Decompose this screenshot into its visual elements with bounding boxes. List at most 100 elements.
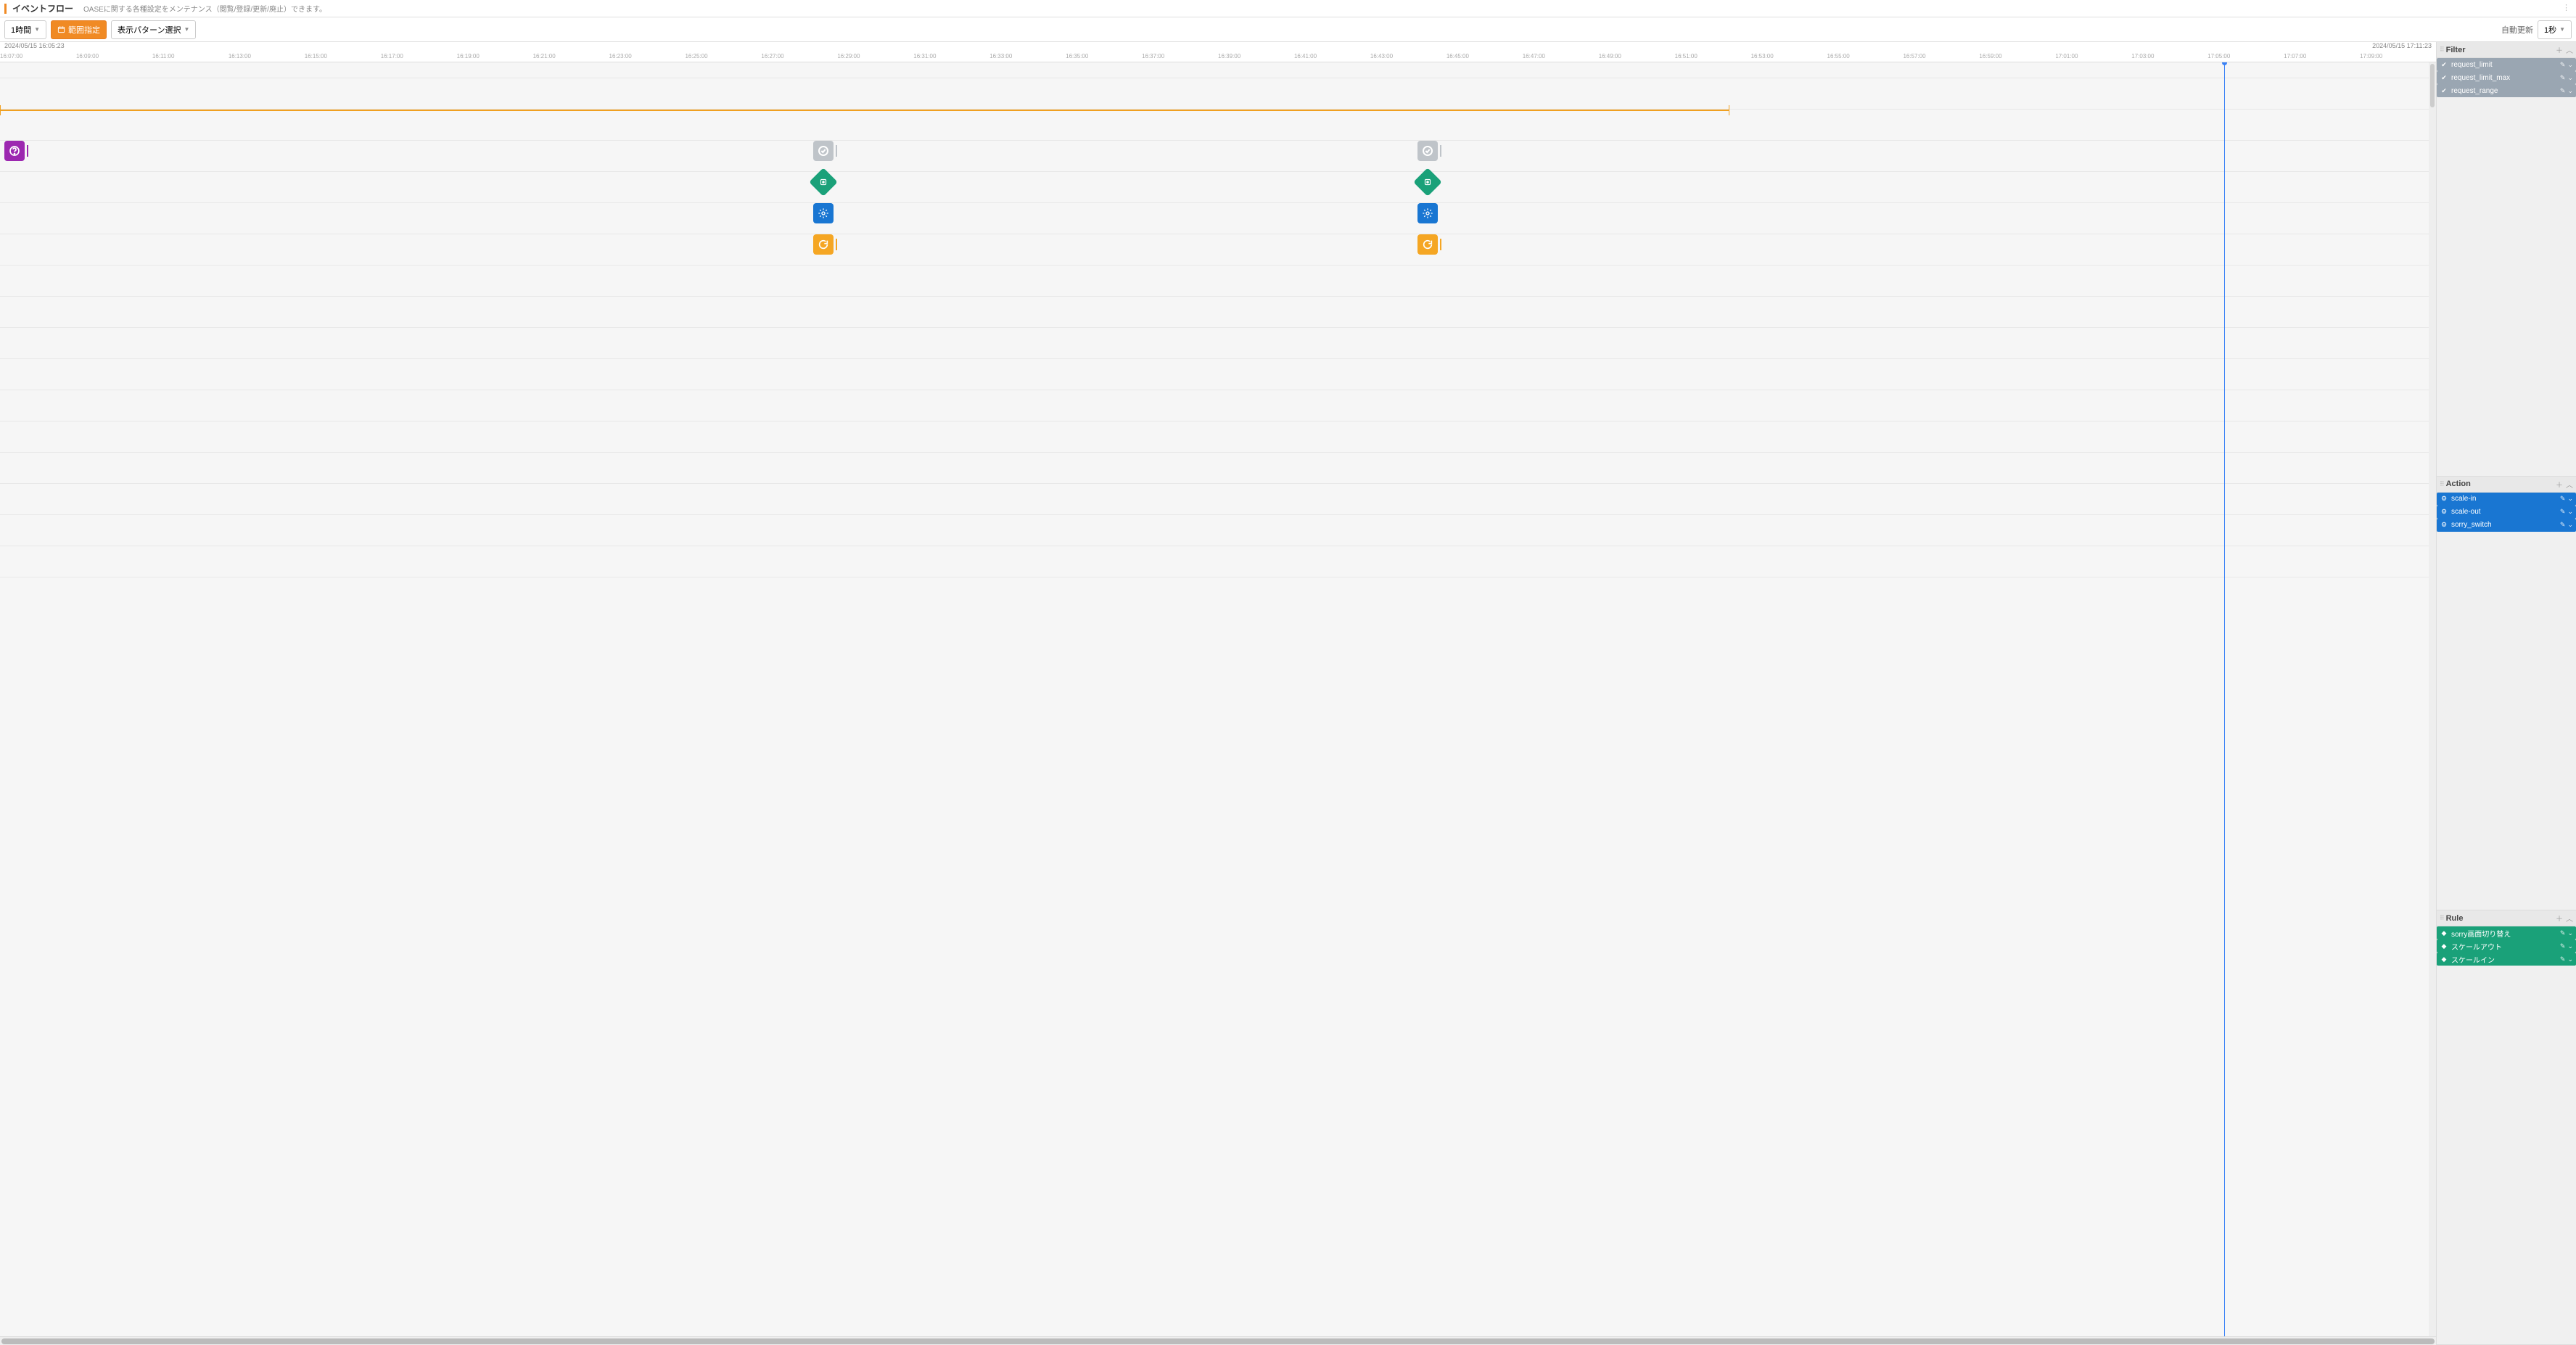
collapse-icon[interactable]: ︿ — [2566, 479, 2573, 490]
edit-icon[interactable]: ✎ — [2560, 61, 2566, 69]
edit-icon[interactable]: ✎ — [2560, 521, 2566, 529]
expand-icon[interactable]: ⌄ — [2567, 508, 2573, 516]
edit-icon[interactable]: ✎ — [2560, 942, 2566, 950]
page-title: イベントフロー — [12, 2, 73, 15]
collapse-icon[interactable]: ︿ — [2566, 44, 2573, 55]
event-range-bar[interactable] — [0, 110, 1729, 111]
timeline-row — [0, 141, 2436, 172]
timeline-row — [0, 266, 2436, 297]
timeline-row — [0, 234, 2436, 266]
time-span-dropdown[interactable]: 1時間 ▼ — [4, 20, 46, 39]
event-icon-purple[interactable] — [4, 141, 25, 161]
auto-update-interval-dropdown[interactable]: 1秒 ▼ — [2538, 20, 2572, 39]
check-circle-icon: ✔ — [2440, 87, 2448, 95]
add-icon[interactable]: ＋ — [2556, 913, 2563, 924]
time-tick: 16:59:00 — [1979, 53, 2001, 59]
edit-icon[interactable]: ✎ — [2560, 495, 2566, 503]
panel-item-label: sorry_switch — [2451, 521, 2560, 529]
timeline-row — [0, 203, 2436, 234]
expand-icon[interactable]: ⌄ — [2567, 521, 2573, 529]
expand-icon[interactable]: ⌄ — [2567, 87, 2573, 95]
panel-item-label: sorry画面切り替え — [2451, 928, 2560, 939]
timeline-row — [0, 172, 2436, 203]
edit-icon[interactable]: ✎ — [2560, 955, 2566, 963]
filter-panel-header[interactable]: ⠿ Filter ＋ ︿ — [2437, 42, 2576, 58]
action-panel-header[interactable]: ⠿ Action ＋ ︿ — [2437, 477, 2576, 493]
time-tick: 17:09:00 — [2360, 53, 2382, 59]
timeline-row — [0, 421, 2436, 453]
page-header: イベントフロー OASEに関する各種設定をメンテナンス（閲覧/登録/更新/廃止）… — [0, 0, 2576, 17]
time-span-label: 1時間 — [11, 24, 31, 36]
panel-item[interactable]: ⚙sorry_switch✎⌄ — [2437, 519, 2576, 532]
timeline-body[interactable] — [0, 62, 2436, 1336]
expand-icon[interactable]: ⌄ — [2567, 61, 2573, 69]
expand-icon[interactable]: ⌄ — [2567, 495, 2573, 503]
event-icon-blue[interactable] — [813, 203, 834, 223]
collapse-icon[interactable]: ︿ — [2566, 913, 2573, 924]
timeline-row — [0, 484, 2436, 515]
event-icon-orange[interactable] — [813, 234, 834, 255]
timeline-row — [0, 62, 2436, 78]
rule-panel-title: Rule — [2446, 914, 2556, 923]
timeline-row — [0, 359, 2436, 390]
event-icon-orange[interactable] — [1417, 234, 1438, 255]
timeline-row — [0, 328, 2436, 359]
kebab-menu-icon[interactable]: ⋮ — [2562, 3, 2570, 12]
add-icon[interactable]: ＋ — [2556, 44, 2563, 55]
time-tick: 16:21:00 — [533, 53, 556, 59]
panel-item[interactable]: ◆sorry画面切り替え✎⌄ — [2437, 926, 2576, 939]
timeline-row — [0, 78, 2436, 110]
time-tick: 16:51:00 — [1675, 53, 1698, 59]
time-tick: 16:13:00 — [229, 53, 251, 59]
time-tick: 17:03:00 — [2131, 53, 2154, 59]
panel-item[interactable]: ⚙scale-in✎⌄ — [2437, 493, 2576, 506]
grip-icon: ⠿ — [2440, 480, 2443, 488]
time-tick: 16:31:00 — [913, 53, 936, 59]
expand-icon[interactable]: ⌄ — [2567, 74, 2573, 82]
timeline-row — [0, 546, 2436, 577]
event-icon-blue[interactable] — [1417, 203, 1438, 223]
expand-icon[interactable]: ⌄ — [2567, 942, 2573, 950]
time-tick: 16:39:00 — [1218, 53, 1240, 59]
event-icon-gray[interactable] — [1417, 141, 1438, 161]
scrollbar-thumb[interactable] — [2430, 64, 2435, 107]
vertical-scrollbar[interactable] — [2429, 62, 2436, 1336]
time-tick: 16:09:00 — [76, 53, 99, 59]
panel-item[interactable]: ⚙scale-out✎⌄ — [2437, 506, 2576, 519]
timeline-right-timestamp: 2024/05/15 17:11:23 — [2372, 42, 2432, 52]
expand-icon[interactable]: ⌄ — [2567, 929, 2573, 937]
time-tick: 16:27:00 — [761, 53, 783, 59]
caret-down-icon: ▼ — [184, 26, 190, 33]
time-tick: 16:57:00 — [1903, 53, 1925, 59]
time-tick: 16:43:00 — [1370, 53, 1393, 59]
panel-item-label: request_limit — [2451, 61, 2560, 69]
panel-item-label: request_limit_max — [2451, 74, 2560, 82]
pattern-dropdown[interactable]: 表示パターン選択 ▼ — [111, 20, 196, 39]
time-tick: 16:41:00 — [1294, 53, 1317, 59]
rule-panel-header[interactable]: ⠿ Rule ＋ ︿ — [2437, 910, 2576, 926]
expand-icon[interactable]: ⌄ — [2567, 955, 2573, 963]
panel-item[interactable]: ✔request_limit✎⌄ — [2437, 58, 2576, 71]
edit-icon[interactable]: ✎ — [2560, 87, 2566, 95]
panel-item[interactable]: ◆スケールイン✎⌄ — [2437, 953, 2576, 966]
panel-item[interactable]: ✔request_range✎⌄ — [2437, 84, 2576, 97]
timeline-pane: 2024/05/15 16:05:23 2024/05/15 17:11:23 … — [0, 42, 2437, 1345]
main-area: 2024/05/15 16:05:23 2024/05/15 17:11:23 … — [0, 42, 2576, 1345]
add-icon[interactable]: ＋ — [2556, 479, 2563, 490]
panel-item[interactable]: ◆スケールアウト✎⌄ — [2437, 939, 2576, 953]
scrollbar-thumb[interactable] — [1, 1338, 2435, 1344]
time-tick: 17:01:00 — [2055, 53, 2078, 59]
time-tick: 16:33:00 — [989, 53, 1012, 59]
time-tick: 16:15:00 — [305, 53, 327, 59]
panel-item-label: request_range — [2451, 87, 2560, 95]
caret-down-icon: ▼ — [34, 26, 40, 33]
time-tick: 16:45:00 — [1447, 53, 1469, 59]
range-select-button[interactable]: 範囲指定 — [51, 20, 107, 39]
panel-item[interactable]: ✔request_limit_max✎⌄ — [2437, 71, 2576, 84]
edit-icon[interactable]: ✎ — [2560, 74, 2566, 82]
horizontal-scrollbar[interactable] — [0, 1336, 2436, 1345]
pattern-label: 表示パターン選択 — [118, 24, 181, 36]
edit-icon[interactable]: ✎ — [2560, 508, 2566, 516]
edit-icon[interactable]: ✎ — [2560, 929, 2566, 937]
event-icon-gray[interactable] — [813, 141, 834, 161]
